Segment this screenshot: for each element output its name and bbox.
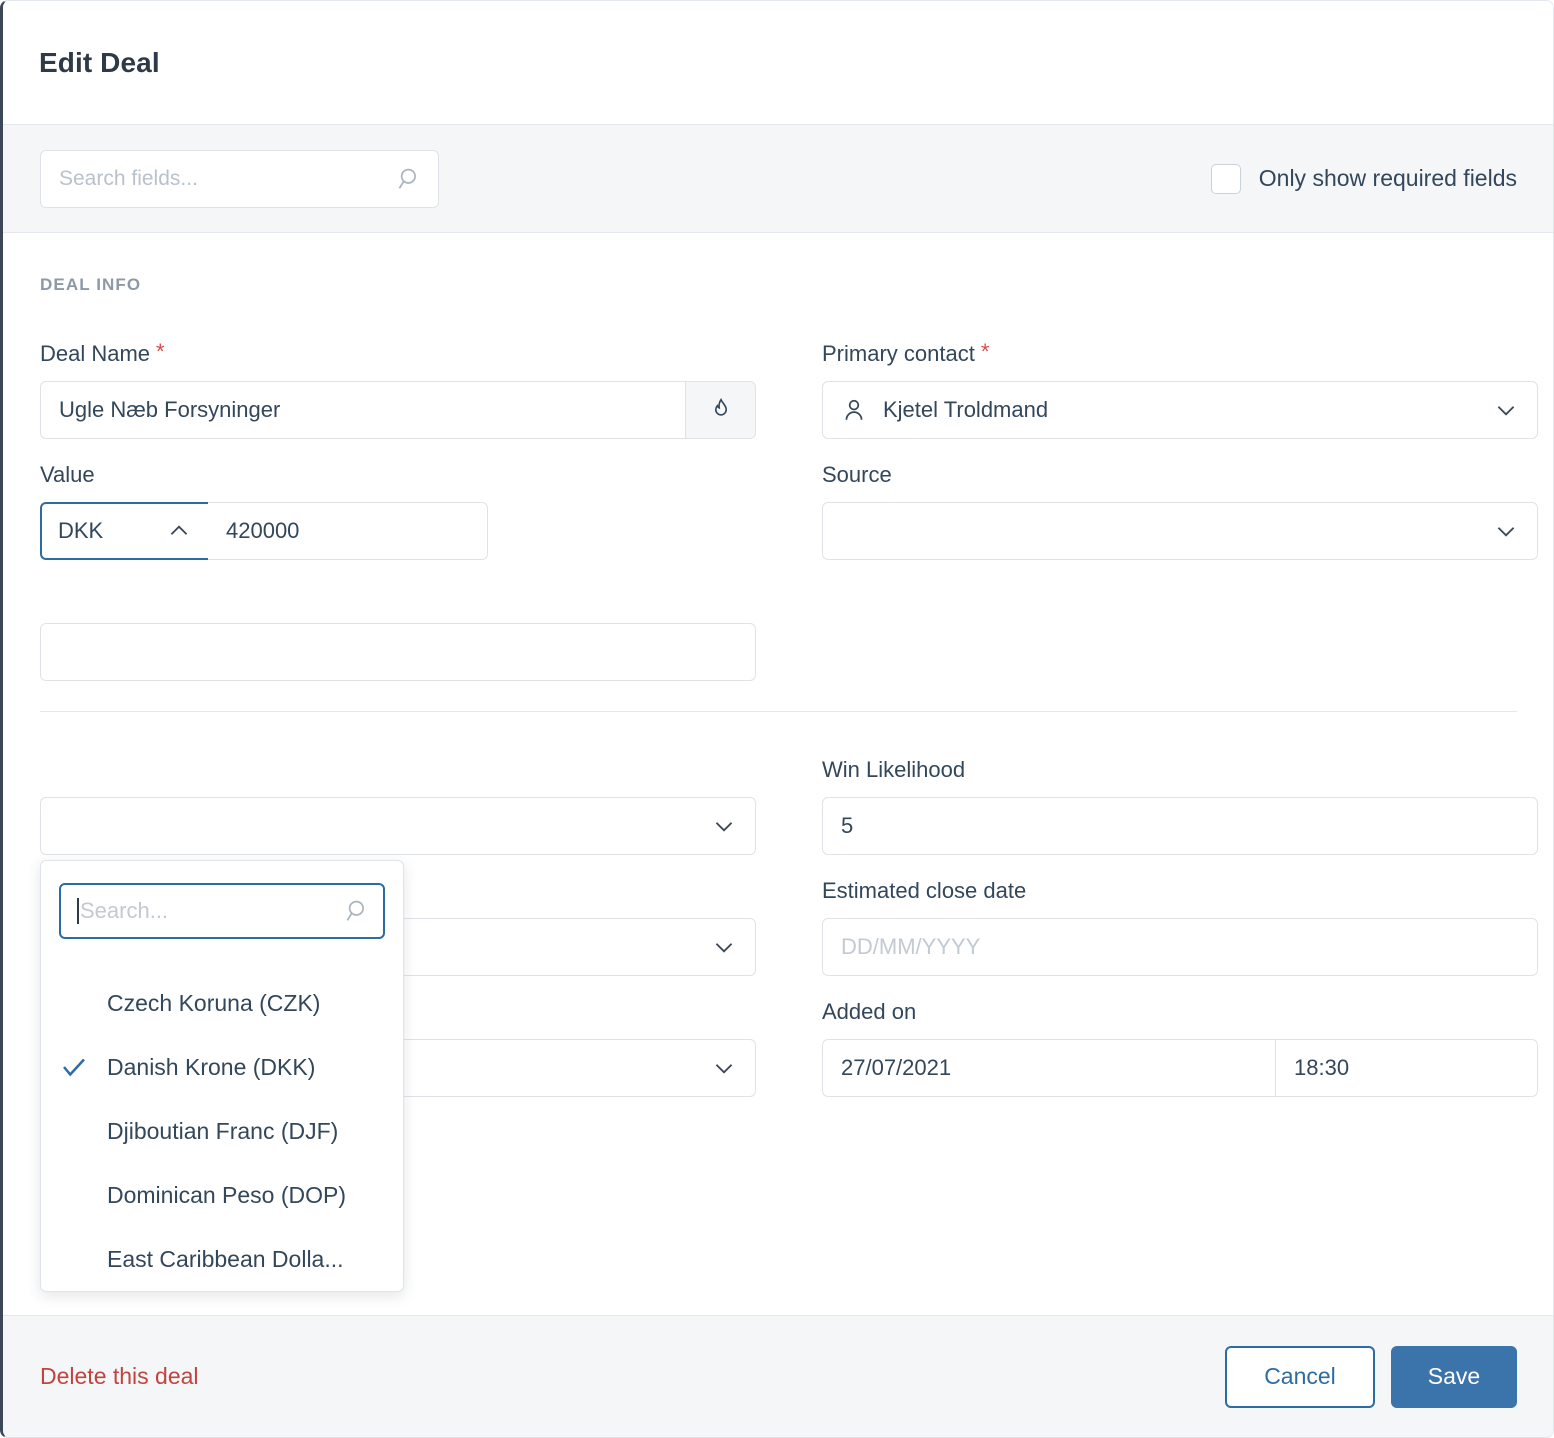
primary-contact-label-text: Primary contact: [822, 341, 975, 366]
currency-option-dkk[interactable]: Danish Krone (DKK): [59, 1035, 385, 1099]
field-source: Source: [822, 461, 1538, 560]
text-caret: [77, 898, 79, 924]
added-on-row: 27/07/2021 18:30: [822, 1039, 1538, 1097]
stage-label: [40, 756, 756, 784]
cancel-button[interactable]: Cancel: [1225, 1346, 1375, 1408]
field-estimated-close-date: Estimated close date DD/MM/YYYY: [822, 877, 1538, 976]
section-title-deal-info: DEAL INFO: [40, 275, 1517, 295]
added-on-date-input[interactable]: 27/07/2021: [823, 1040, 1275, 1096]
currency-select[interactable]: DKK: [40, 502, 208, 560]
currency-select-value: DKK: [58, 518, 103, 544]
currency-option-label: Djiboutian Franc (DJF): [107, 1118, 338, 1145]
chevron-down-icon: [711, 813, 737, 839]
currency-option-label: Dominican Peso (DOP): [107, 1182, 346, 1209]
deal-name-input[interactable]: Ugle Næb Forsyninger: [40, 381, 756, 439]
source-label: Source: [822, 461, 1538, 489]
chevron-down-icon: [1493, 397, 1519, 423]
field-deal-name: Deal Name* Ugle Næb Forsyninger: [40, 340, 756, 439]
obscured-input-label: [40, 582, 756, 610]
currency-option-label: East Caribbean Dolla...: [107, 1246, 344, 1273]
source-select[interactable]: [822, 502, 1538, 560]
deal-name-label-text: Deal Name: [40, 341, 150, 366]
currency-option-clipped[interactable]: Croatian Kuna (HRK): [59, 951, 385, 965]
added-on-time-value: 18:30: [1294, 1055, 1349, 1081]
field-stage: [40, 756, 756, 855]
section-divider: [40, 711, 1517, 712]
currency-search-input[interactable]: Search...: [59, 883, 385, 939]
search-fields-wrapper: [40, 150, 439, 208]
footer-actions: Cancel Save: [1225, 1346, 1517, 1408]
dialog-header: Edit Deal: [3, 1, 1553, 125]
deal-name-label: Deal Name*: [40, 340, 756, 368]
currency-option-xcd[interactable]: East Caribbean Dolla...: [59, 1227, 385, 1291]
spacer-label: [822, 582, 1538, 610]
currency-option-label: Czech Koruna (CZK): [107, 990, 320, 1017]
currency-search-placeholder: Search...: [80, 898, 168, 924]
win-likelihood-value: 5: [841, 813, 853, 839]
check-icon: [59, 1052, 107, 1082]
required-asterisk: *: [156, 339, 165, 364]
value-row: DKK 420000: [40, 502, 756, 560]
primary-contact-label: Primary contact*: [822, 340, 1538, 368]
flame-icon[interactable]: [685, 382, 755, 438]
fields-toolbar: Only show required fields: [3, 125, 1553, 233]
dialog-body: DEAL INFO Deal Name* Ugle Næb Forsyninge…: [3, 233, 1553, 1315]
currency-option-list: Czech Koruna (CZK) Danish Krone (DKK) Dj…: [59, 971, 385, 1291]
value-amount-input[interactable]: 420000: [208, 502, 488, 560]
win-likelihood-input[interactable]: 5: [822, 797, 1538, 855]
search-input[interactable]: [40, 150, 439, 208]
win-likelihood-label: Win Likelihood: [822, 756, 1538, 784]
required-asterisk: *: [981, 339, 990, 364]
edit-deal-dialog: Edit Deal Only show required fields DEAL…: [0, 0, 1554, 1438]
currency-option-djf[interactable]: Djiboutian Franc (DJF): [59, 1099, 385, 1163]
stage-select[interactable]: [40, 797, 756, 855]
added-on-time-input[interactable]: 18:30: [1275, 1040, 1537, 1096]
save-button[interactable]: Save: [1391, 1346, 1517, 1408]
page-title: Edit Deal: [39, 47, 160, 79]
chevron-up-icon: [166, 518, 192, 544]
only-required-label: Only show required fields: [1259, 165, 1517, 192]
field-value: Value DKK 420000: [40, 461, 756, 560]
estimated-close-date-label: Estimated close date: [822, 877, 1538, 905]
estimated-close-date-placeholder: DD/MM/YYYY: [841, 934, 980, 960]
currency-option-dop[interactable]: Dominican Peso (DOP): [59, 1163, 385, 1227]
deal-name-value: Ugle Næb Forsyninger: [41, 382, 685, 438]
chevron-down-icon: [1493, 518, 1519, 544]
field-win-likelihood: Win Likelihood 5: [822, 756, 1538, 855]
primary-contact-value: Kjetel Troldmand: [883, 397, 1048, 423]
only-required-checkbox[interactable]: [1211, 164, 1241, 194]
primary-contact-select[interactable]: Kjetel Troldmand: [822, 381, 1538, 439]
value-amount-text: 420000: [226, 518, 299, 544]
person-icon: [841, 396, 867, 424]
field-spacer-right: [822, 582, 1538, 681]
field-added-on: Added on 27/07/2021 18:30: [822, 998, 1538, 1097]
delete-deal-link[interactable]: Delete this deal: [40, 1363, 199, 1390]
dialog-footer: Delete this deal Cancel Save: [3, 1315, 1553, 1437]
currency-option-label: Danish Krone (DKK): [107, 1054, 315, 1081]
field-obscured-input: [40, 582, 756, 681]
chevron-down-icon: [711, 934, 737, 960]
currency-dropdown: Search... Croatian Kuna (HRK) Cze: [40, 860, 404, 1292]
chevron-down-icon: [711, 1055, 737, 1081]
currency-dropdown-search-wrapper: Search...: [59, 883, 385, 939]
only-required-toggle[interactable]: Only show required fields: [1211, 164, 1517, 194]
added-on-label: Added on: [822, 998, 1538, 1026]
fields-grid: Deal Name* Ugle Næb Forsyninger Primary …: [40, 340, 1517, 703]
value-label: Value: [40, 461, 756, 489]
estimated-close-date-input[interactable]: DD/MM/YYYY: [822, 918, 1538, 976]
field-primary-contact: Primary contact* Kjetel Troldmand: [822, 340, 1538, 439]
currency-option-czk[interactable]: Czech Koruna (CZK): [59, 971, 385, 1035]
obscured-text-input[interactable]: [40, 623, 756, 681]
spacer-box: [822, 623, 1538, 681]
added-on-date-value: 27/07/2021: [841, 1055, 951, 1081]
